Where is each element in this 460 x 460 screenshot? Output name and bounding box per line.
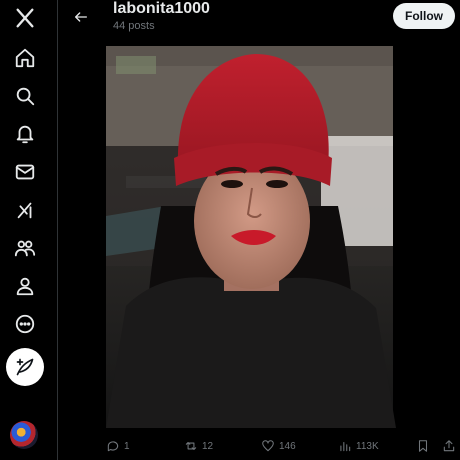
x-logo-icon[interactable] — [11, 4, 39, 32]
search-icon[interactable] — [11, 82, 39, 110]
repost-icon — [185, 441, 197, 451]
home-icon[interactable] — [11, 44, 39, 72]
views-button[interactable]: 113K — [338, 436, 379, 456]
bookmark-icon — [418, 440, 428, 452]
post-media-photo[interactable] — [106, 46, 396, 428]
notifications-icon[interactable] — [11, 120, 39, 148]
account-avatar[interactable] — [10, 421, 38, 449]
follow-button[interactable]: Follow — [393, 3, 455, 29]
bookmark-button[interactable] — [416, 436, 430, 456]
share-icon — [443, 440, 455, 452]
more-icon[interactable] — [11, 310, 39, 338]
reply-icon — [107, 441, 119, 452]
repost-count: 12 — [202, 440, 214, 452]
view-count: 113K — [356, 440, 379, 452]
reply-count: 1 — [124, 440, 130, 452]
back-arrow-icon[interactable] — [68, 4, 94, 30]
grok-icon[interactable] — [11, 196, 39, 224]
communities-icon[interactable] — [11, 234, 39, 262]
reply-button[interactable]: 1 — [106, 436, 130, 456]
like-button[interactable]: 146 — [261, 436, 296, 456]
left-nav-rail — [0, 0, 58, 460]
heart-icon — [262, 440, 274, 452]
post-action-bar: 1 12 146 113K — [106, 436, 460, 456]
profile-post-count: 44 posts — [113, 20, 155, 32]
like-count: 146 — [279, 440, 296, 452]
share-button[interactable] — [442, 436, 456, 456]
profile-username: labonita1000 — [113, 0, 210, 17]
repost-button[interactable]: 12 — [184, 436, 213, 456]
compose-post-button[interactable] — [6, 348, 44, 386]
profile-header: labonita1000 44 posts Follow — [58, 0, 460, 40]
messages-icon[interactable] — [11, 158, 39, 186]
compose-post-icon — [16, 358, 34, 376]
profile-icon[interactable] — [11, 272, 39, 300]
views-chart-icon — [340, 441, 351, 452]
